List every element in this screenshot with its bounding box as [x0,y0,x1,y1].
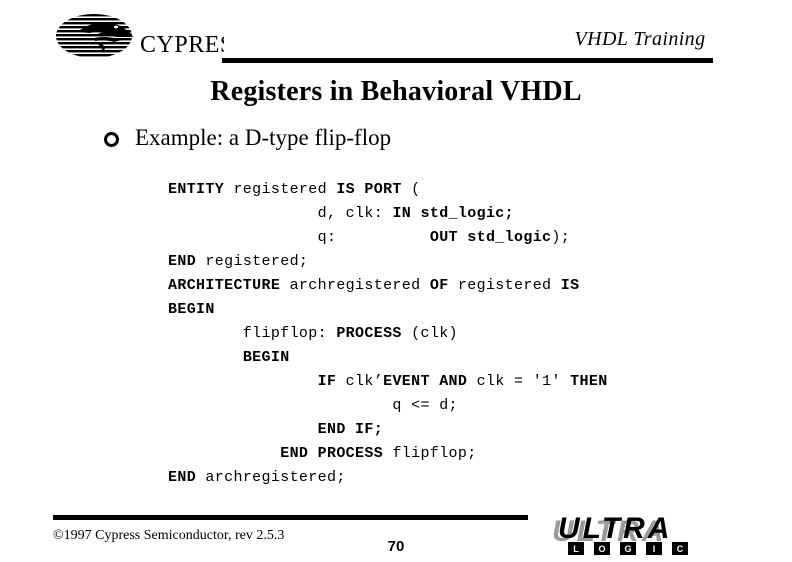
logic-letter: G [624,544,631,554]
code-keyword: END PROCESS [280,445,384,462]
code-line: BEGIN [168,298,608,322]
code-keyword: OF [429,277,449,294]
header-divider-rule [222,58,713,63]
code-keyword: OUT std_logic [429,229,552,246]
bullet-list-item: Example: a D-type flip-flop [104,125,391,151]
page-title: Registers in Behavioral VHDL [210,76,582,107]
code-line: END IF; [168,418,608,442]
ultra-wordmark: ULTRA [558,512,672,545]
code-text: q: [168,229,430,246]
code-text: archregistered; [196,469,346,486]
code-keyword: IS [560,277,580,294]
code-text: clk = '1' [467,373,571,390]
footer-divider-rule [53,515,528,520]
code-text: registered [224,181,337,198]
code-line: ARCHITECTURE archregistered OF registere… [168,274,608,298]
code-keyword: END [168,469,197,486]
code-text: (clk) [401,325,458,342]
code-text: d, clk: [168,205,393,222]
code-line: END PROCESS flipflop; [168,442,608,466]
code-text: archregistered [280,277,430,294]
slide-header: CYPRESS VHDL Training [0,0,792,70]
hollow-circle-bullet-icon [104,131,119,147]
code-text: clk’ [336,373,384,390]
code-line: flipflop: PROCESS (clk) [168,322,608,346]
cypress-logo-wordmark: CYPRESS [140,32,224,58]
code-line: q: OUT std_logic); [168,226,608,250]
ultra-logic-logo-main: ULTRA [558,512,672,545]
vhdl-code-block: ENTITY registered IS PORT ( d, clk: IN s… [168,178,608,490]
bullet-item-label: Example: a D-type flip-flop [135,125,392,150]
code-line: IF clk’EVENT AND clk = '1' THEN [168,370,608,394]
logic-letter: O [598,544,605,554]
logic-letter: L [573,544,579,554]
code-keyword: END IF; [317,421,384,438]
ultra-logic-logo: ULTRA ULTRA LOGIC [550,512,714,557]
code-keyword: IF [317,373,337,390]
code-text: ( [401,181,421,198]
code-line: q <= d; [168,394,608,418]
code-line: BEGIN [168,346,608,370]
code-keyword: BEGIN [242,349,290,366]
code-keyword: PROCESS [336,325,402,342]
code-line: END registered; [168,250,608,274]
code-line: d, clk: IN std_logic; [168,202,608,226]
code-text: registered; [196,253,309,270]
code-keyword: EVENT AND [383,373,468,390]
code-text: ); [551,229,571,246]
code-text: flipflop: [168,325,337,342]
code-keyword: BEGIN [168,301,215,318]
code-text: q <= d; [168,397,458,414]
code-keyword: IN std_logic; [392,205,515,222]
code-line: END archregistered; [168,466,608,490]
cypress-logo: CYPRESS [54,12,224,62]
code-keyword: THEN [570,373,608,390]
code-line: ENTITY registered IS PORT ( [168,178,608,202]
code-keyword: IS PORT [336,181,402,198]
code-keyword: ENTITY [168,181,225,198]
code-text: registered [448,277,561,294]
logic-letter: C [677,544,684,554]
code-keyword: ARCHITECTURE [168,277,281,294]
code-keyword: END [168,253,197,270]
course-title: VHDL Training [574,28,706,50]
code-text: flipflop; [383,445,477,462]
logic-letter: I [653,544,656,554]
